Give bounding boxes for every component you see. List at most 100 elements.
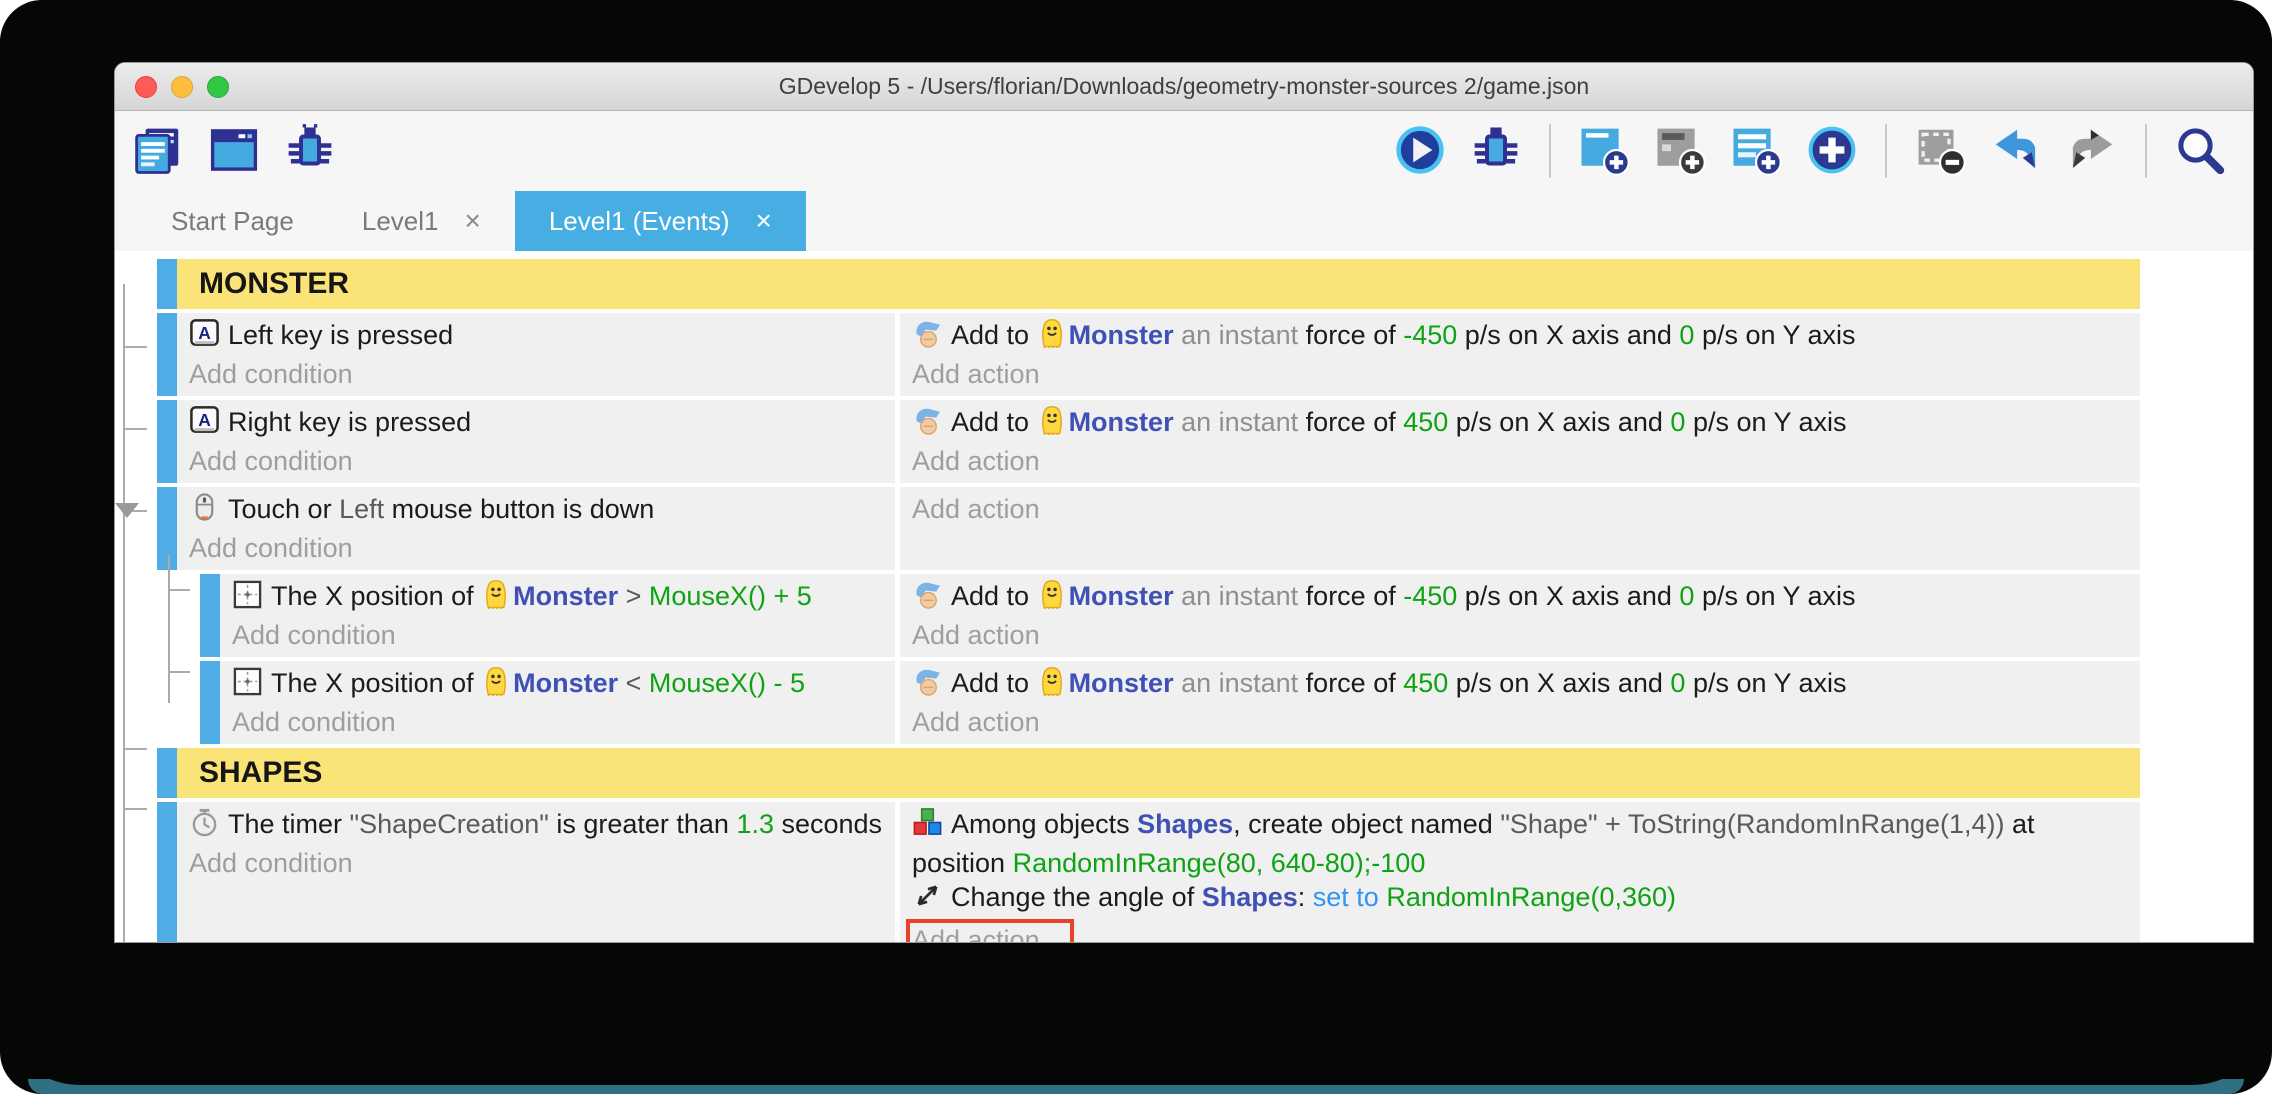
add-condition-link[interactable]: Add condition	[232, 618, 396, 652]
add-condition-link[interactable]: Add condition	[189, 444, 353, 478]
instruction-segment: "Shape" + ToString(RandomInRange(1,4))	[1500, 809, 2004, 839]
conditions-cell[interactable]: Touch or Left mouse button is downAdd co…	[177, 487, 895, 570]
actions-cell[interactable]: Add to Monster an instant force of 450 p…	[900, 661, 2140, 744]
event-color-bar[interactable]	[157, 487, 177, 570]
action[interactable]: Among objects Shapes, create object name…	[912, 807, 2132, 880]
event-color-bar[interactable]	[200, 574, 220, 657]
scene-window-button[interactable]	[205, 122, 263, 180]
tab-start-page[interactable]: Start Page	[137, 191, 328, 251]
event-color-bar[interactable]	[157, 748, 177, 798]
tab-level1-events-[interactable]: Level1 (Events)×	[515, 191, 806, 251]
events-sheet: MONSTERALeft key is pressedAdd condition…	[115, 251, 2253, 942]
add-action-link-highlighted[interactable]: Add action	[906, 919, 1074, 942]
conditions-cell[interactable]: ALeft key is pressedAdd condition	[177, 313, 895, 396]
event-color-bar[interactable]	[200, 661, 220, 744]
instruction-segment: -450	[1403, 320, 1457, 350]
tab-close-icon[interactable]: ×	[756, 205, 772, 237]
instruction-segment: force of	[1306, 320, 1404, 350]
action[interactable]: Add to Monster an instant force of 450 p…	[912, 405, 2132, 444]
condition[interactable]: The X position of Monster < MouseX() - 5	[232, 666, 887, 705]
condition[interactable]: The timer "ShapeCreation" is greater tha…	[189, 807, 887, 846]
instruction-segment: 0	[1670, 668, 1685, 698]
actions-cell[interactable]: Add action	[900, 487, 2140, 570]
debug-events-button[interactable]	[1467, 122, 1525, 180]
add-action-link[interactable]: Add action	[912, 357, 1040, 391]
monster-icon	[1037, 579, 1069, 618]
toolbar-divider	[1549, 124, 1551, 178]
monster-icon	[1037, 405, 1069, 444]
add-condition-link[interactable]: Add condition	[189, 531, 353, 565]
remove-event-icon	[1913, 123, 1967, 180]
position-icon	[232, 666, 271, 705]
instruction-segment: Shapes	[1202, 882, 1298, 912]
actions-cell[interactable]: Add to Monster an instant force of -450 …	[900, 313, 2140, 396]
add-circle-button[interactable]	[1803, 122, 1861, 180]
conditions-cell[interactable]: The timer "ShapeCreation" is greater tha…	[177, 802, 895, 942]
tab-level1[interactable]: Level1×	[328, 191, 515, 251]
actions-cell[interactable]: Add to Monster an instant force of -450 …	[900, 574, 2140, 657]
add-condition-link[interactable]: Add condition	[189, 357, 353, 391]
close-window-button[interactable]	[135, 76, 157, 98]
debugger-button[interactable]	[281, 122, 339, 180]
redo-button[interactable]	[2063, 122, 2121, 180]
instruction-segment: MouseX() + 5	[649, 581, 812, 611]
event-group-label[interactable]: SHAPES	[177, 748, 2140, 798]
instruction-segment: 0	[1679, 581, 1694, 611]
condition[interactable]: ALeft key is pressed	[189, 318, 887, 357]
add-condition-link[interactable]: Add condition	[189, 846, 353, 880]
event-tree-stub	[123, 748, 147, 750]
conditions-cell[interactable]: The X position of Monster < MouseX() - 5…	[220, 661, 895, 744]
add-comment-button[interactable]	[1727, 122, 1785, 180]
actions-cell[interactable]: Add to Monster an instant force of 450 p…	[900, 400, 2140, 483]
action[interactable]: Change the angle of Shapes: set to Rando…	[912, 880, 2132, 919]
conditions-cell[interactable]: The X position of Monster > MouseX() + 5…	[220, 574, 895, 657]
instruction-segment: Monster	[513, 581, 618, 611]
undo-button[interactable]	[1987, 122, 2045, 180]
add-event-button[interactable]	[1575, 122, 1633, 180]
instruction-segment: Left	[339, 494, 384, 524]
condition[interactable]: The X position of Monster > MouseX() + 5	[232, 579, 887, 618]
collapse-arrow-icon[interactable]	[115, 503, 139, 518]
zoom-window-button[interactable]	[207, 76, 229, 98]
search-button[interactable]	[2171, 122, 2229, 180]
minimize-window-button[interactable]	[171, 76, 193, 98]
instruction-segment: RandomInRange(0,360)	[1379, 882, 1676, 912]
event-color-bar[interactable]	[157, 400, 177, 483]
event-color-bar[interactable]	[157, 259, 177, 309]
action[interactable]: Add to Monster an instant force of -450 …	[912, 579, 2132, 618]
remove-event-button[interactable]	[1911, 122, 1969, 180]
add-action-link[interactable]: Add action	[912, 492, 1040, 526]
add-action-link[interactable]: Add action	[912, 618, 1040, 652]
subevent-tree-line	[168, 555, 170, 703]
instruction-segment: 450	[1403, 407, 1448, 437]
add-subevent-button[interactable]	[1651, 122, 1709, 180]
undo-icon	[1989, 123, 2043, 180]
instruction-segment: , create object named	[1233, 809, 1500, 839]
play-button[interactable]	[1391, 122, 1449, 180]
actions-cell[interactable]: Among objects Shapes, create object name…	[900, 802, 2140, 942]
condition[interactable]: ARight key is pressed	[189, 405, 887, 444]
add-action-link[interactable]: Add action	[912, 444, 1040, 478]
event-color-bar[interactable]	[157, 802, 177, 942]
event-tree-line	[123, 284, 125, 942]
instruction-segment: Left key is pressed	[228, 320, 453, 350]
add-condition-link[interactable]: Add condition	[232, 705, 396, 739]
toolbar-divider	[2145, 124, 2147, 178]
action[interactable]: Add to Monster an instant force of 450 p…	[912, 666, 2132, 705]
instruction-segment: :	[1298, 882, 1313, 912]
add-action-link[interactable]: Add action	[912, 705, 1040, 739]
event-group-label[interactable]: MONSTER	[177, 259, 2140, 309]
event-group-row: SHAPES	[157, 748, 2253, 798]
tab-bar: Start PageLevel1×Level1 (Events)×	[115, 191, 2253, 251]
conditions-cell[interactable]: ARight key is pressedAdd condition	[177, 400, 895, 483]
project-manager-button[interactable]	[129, 122, 187, 180]
event-color-bar[interactable]	[157, 313, 177, 396]
window-title: GDevelop 5 - /Users/florian/Downloads/ge…	[779, 73, 1589, 100]
instruction-segment: p/s on Y axis	[1685, 668, 1846, 698]
action[interactable]: Add to Monster an instant force of -450 …	[912, 318, 2132, 357]
tab-close-icon[interactable]: ×	[464, 205, 480, 237]
event-row: ARight key is pressedAdd condition Add to…	[157, 400, 2253, 483]
instruction-segment: force of	[1306, 668, 1404, 698]
condition[interactable]: Touch or Left mouse button is down	[189, 492, 887, 531]
add-event-icon	[1577, 123, 1631, 180]
